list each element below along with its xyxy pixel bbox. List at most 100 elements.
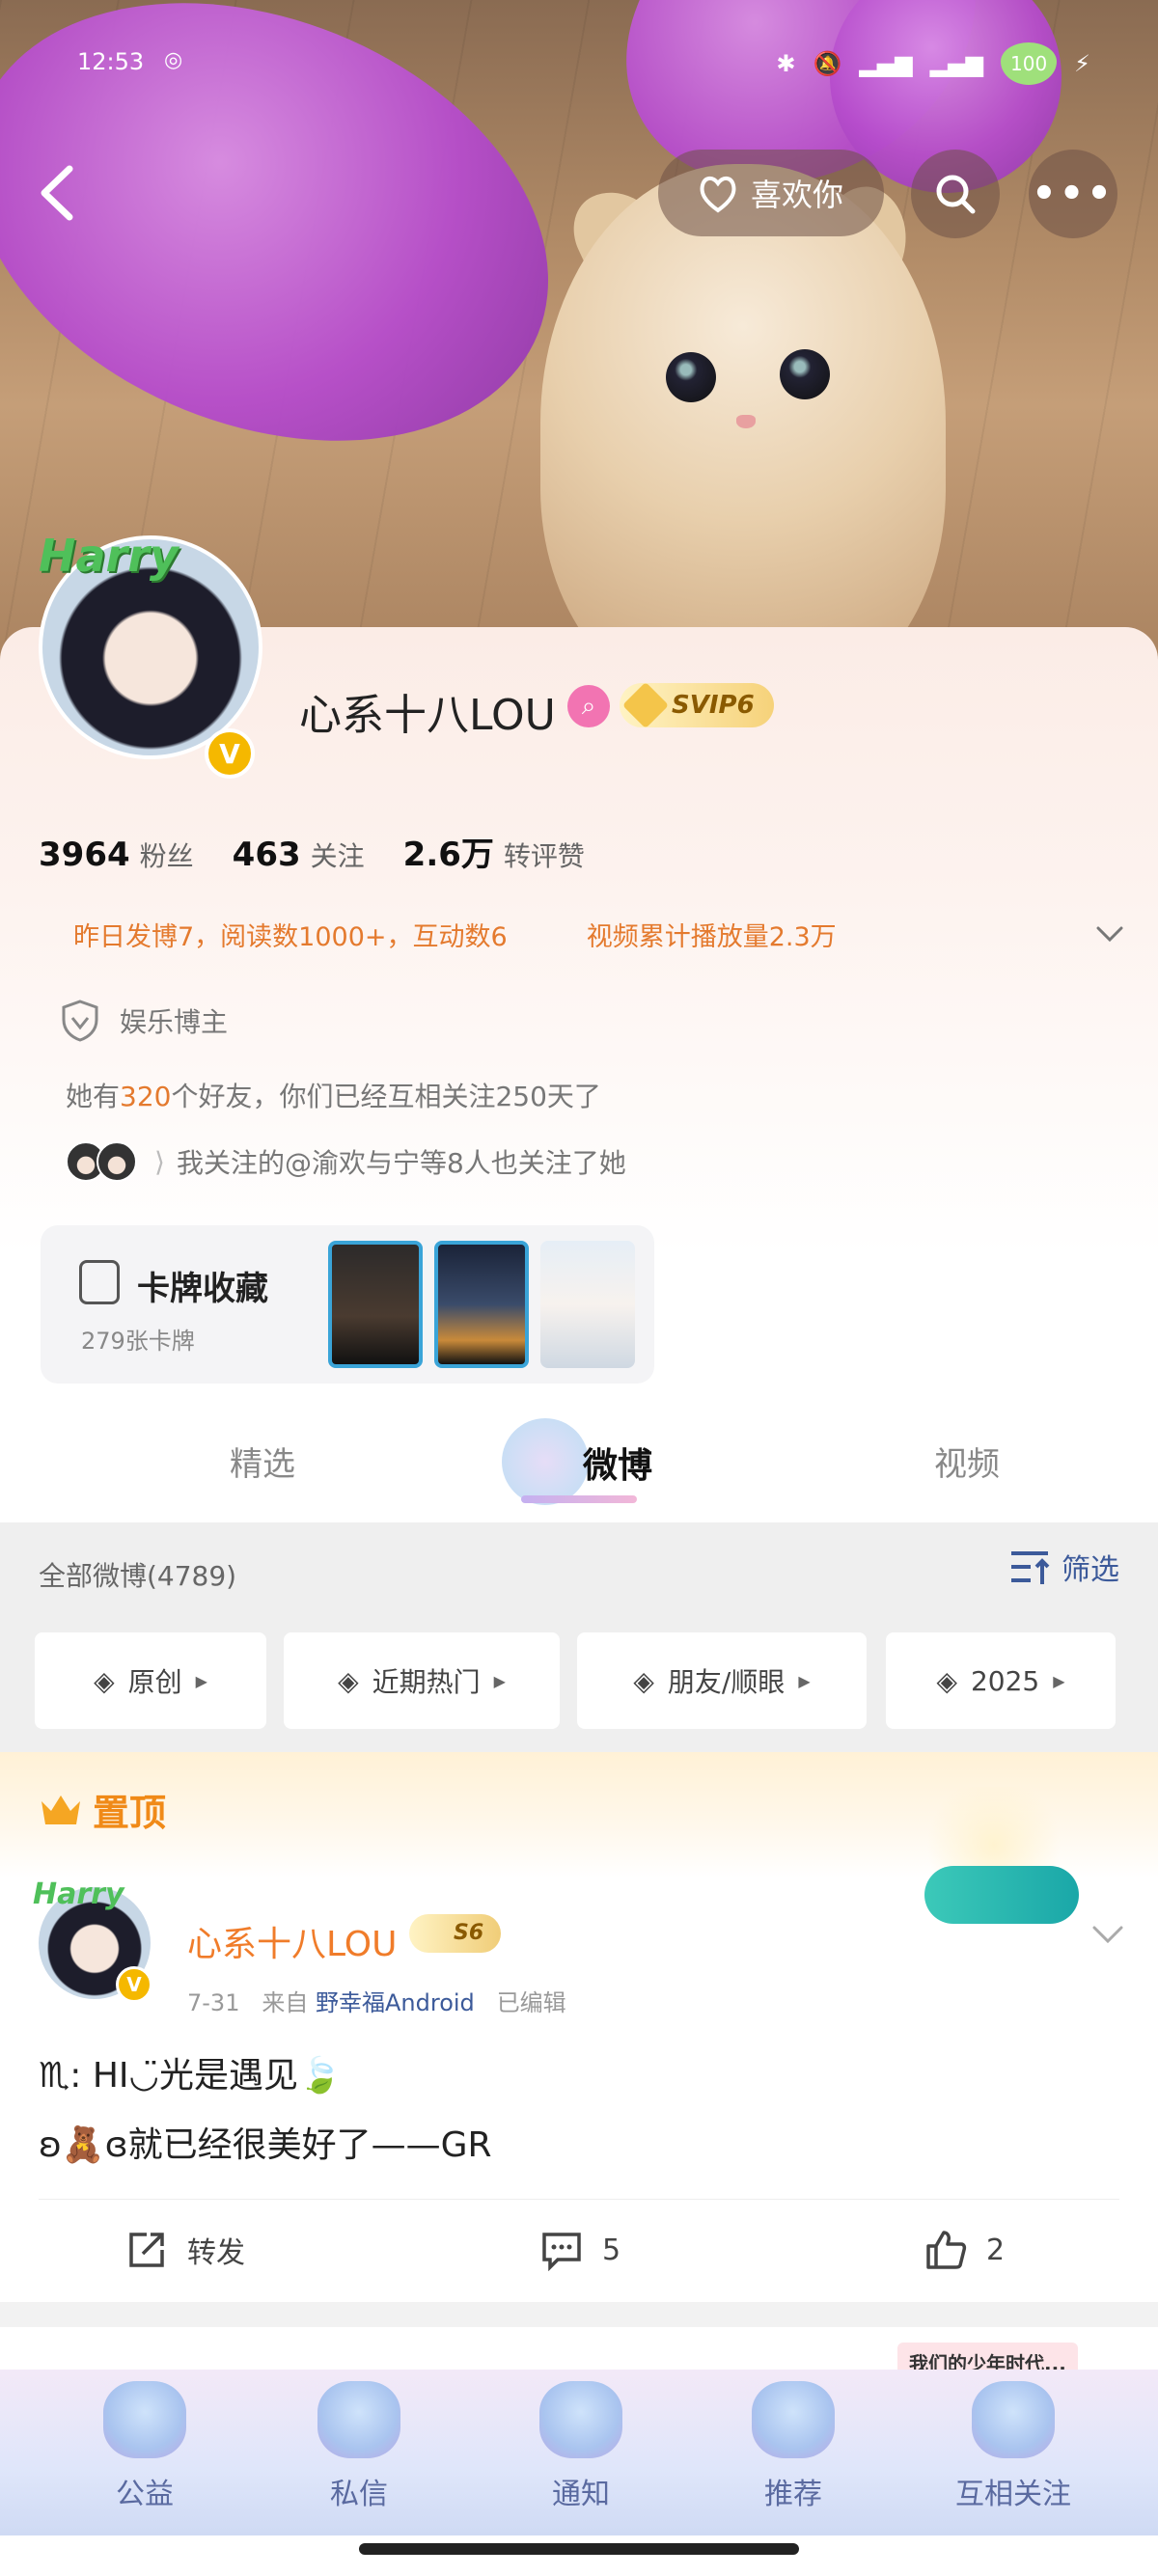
cat-eye	[780, 349, 830, 399]
card-thumbnail[interactable]	[540, 1241, 635, 1368]
shield-icon	[62, 1000, 98, 1042]
filter-label: 筛选	[1062, 1553, 1119, 1587]
home-indicator[interactable]	[359, 2543, 799, 2555]
stat-following[interactable]: 463 关注	[233, 836, 365, 874]
like-you-label: 喜欢你	[750, 177, 843, 213]
stat-value: 2.6万	[402, 836, 494, 874]
more-icon: •••	[1032, 172, 1115, 216]
signal-icon: ▂▄▆	[859, 50, 913, 77]
back-icon	[41, 165, 73, 221]
back-button[interactable]	[29, 159, 87, 227]
chip-label: 朋友/顺眼	[667, 1666, 786, 1698]
verified-badge-icon: V	[116, 1966, 152, 2003]
stat-fans[interactable]: 3964 粉丝	[39, 836, 194, 874]
profile-tabs: 精选 微博 视频	[0, 1399, 1158, 1522]
like-you-button[interactable]: 喜欢你	[658, 150, 884, 236]
like-count: 2	[986, 2233, 1006, 2267]
stat-interactions[interactable]: 2.6万 转评赞	[403, 828, 585, 875]
nav-notifications[interactable]: 通知	[484, 2381, 677, 2526]
tab-video[interactable]: 视频	[934, 1438, 1000, 1485]
battery-icon: 100	[1001, 42, 1058, 85]
friends-suffix: 个好友，你们已经互相关注250天了	[171, 1081, 601, 1112]
stat-value: 3964	[39, 836, 130, 874]
feed-filter-header: 全部微博(4789) 筛选	[0, 1522, 1158, 1613]
filter-button[interactable]: 筛选	[1009, 1546, 1119, 1588]
friends-prefix: 她有	[66, 1081, 121, 1112]
repost-button[interactable]: 转发	[125, 2229, 245, 2271]
pinned-post[interactable]: 置顶 Harry V 心系十八LOU S6 7-31 来自 野幸福Android…	[0, 1752, 1158, 2302]
comment-count: 5	[602, 2233, 621, 2267]
avatar-frame-text: Harry	[33, 1877, 124, 1911]
mutual-follow-row[interactable]: ⟩ 我关注的@渝欢与宁等8人也关注了她	[66, 1141, 626, 1182]
chevron-down-icon[interactable]	[1087, 1916, 1129, 1955]
shell-icon	[103, 2381, 186, 2458]
chip-recent-hot[interactable]: ◈ 近期热门 ▶	[284, 1632, 560, 1729]
profile-tag-label: 娱乐博主	[120, 1006, 229, 1038]
cat-nose	[736, 415, 756, 428]
system-nav-area	[0, 2535, 1158, 2576]
mutual-follow-text: 我关注的@渝欢与宁等8人也关注了她	[176, 1147, 626, 1179]
stat-label: 转评赞	[503, 840, 585, 872]
filter-chips: ◈ 原创 ▶ ◈ 近期热门 ▶ ◈ 朋友/顺眼 ▶ ◈ 2025 ▶	[0, 1613, 1158, 1752]
post-text[interactable]: ♏︎: HI◡̈光是遇见🍃 ʚ🧸ɞ就已经很美好了——GR	[39, 2042, 1119, 2180]
card-thumbnail[interactable]	[328, 1241, 423, 1368]
post-source[interactable]: 野幸福Android	[316, 1989, 475, 2016]
caret-right-icon: ▶	[493, 1671, 506, 1690]
nav-label: 互相关注	[955, 2478, 1071, 2511]
charging-icon: ⚡	[1074, 50, 1090, 77]
friends-info: 她有320个好友，你们已经互相关注250天了	[66, 1076, 601, 1114]
status-icons: ✱ 🔕 ▂▄▆ ▂▄▆ 100 ⚡	[776, 42, 1090, 85]
gift-icon	[972, 2381, 1055, 2458]
card-collection[interactable]: 卡牌收藏 279张卡牌	[41, 1225, 654, 1384]
profile-stats: 3964 粉丝 463 关注 2.6万 转评赞	[39, 828, 585, 875]
status-app-icon: ◎	[164, 48, 183, 72]
post-author-name[interactable]: 心系十八LOU	[187, 1916, 397, 1966]
tab-featured[interactable]: 精选	[230, 1438, 295, 1485]
nav-mutual-follow[interactable]: 互相关注	[917, 2381, 1110, 2526]
svip-badge[interactable]: SVIP6	[620, 681, 774, 729]
umbrella-icon	[752, 2381, 835, 2458]
comment-icon	[542, 2233, 581, 2271]
like-button[interactable]: 2	[924, 2229, 1005, 2271]
conch-icon	[539, 2381, 622, 2458]
layers-icon: ◈	[338, 1664, 359, 1697]
layers-icon: ◈	[633, 1664, 654, 1697]
thumbs-up-icon	[926, 2231, 967, 2269]
post-edited: 已编辑	[496, 1989, 566, 2016]
diamond-icon	[621, 681, 670, 729]
profile-name: 心系十八LOU	[299, 691, 556, 740]
post-author-avatar[interactable]: Harry V	[33, 1877, 152, 2003]
chip-year[interactable]: ◈ 2025 ▶	[886, 1632, 1116, 1729]
card-thumbnail[interactable]	[434, 1241, 529, 1368]
repost-icon	[129, 2233, 164, 2267]
nav-label: 通知	[552, 2478, 610, 2511]
profile-avatar-wrapper[interactable]: Harry V	[39, 530, 262, 779]
more-button[interactable]: •••	[1029, 150, 1117, 238]
chevron-down-icon[interactable]	[1090, 915, 1129, 953]
chip-friends[interactable]: ◈ 朋友/顺眼 ▶	[577, 1632, 867, 1729]
activity-info-bar[interactable]: 昨日发博7，阅读数1000+，互动数6 视频累计播放量2.3万	[39, 907, 1129, 961]
cat-eye	[666, 352, 716, 402]
mute-icon: 🔕	[813, 50, 842, 77]
caret-right-icon: ▶	[798, 1671, 811, 1690]
friends-count[interactable]: 320	[120, 1081, 171, 1112]
status-bar: 12:53 ◎ ✱ 🔕 ▂▄▆ ▂▄▆ 100 ⚡	[0, 39, 1158, 96]
comment-button[interactable]: 5	[540, 2229, 620, 2271]
search-button[interactable]	[911, 150, 1000, 238]
active-tab-indicator	[521, 1495, 637, 1503]
rank-badge[interactable]: S6	[409, 1914, 502, 1953]
nav-messages[interactable]: 私信	[262, 2381, 455, 2526]
card-collection-count: 279张卡牌	[81, 1328, 195, 1355]
chip-original[interactable]: ◈ 原创 ▶	[35, 1632, 266, 1729]
caret-right-icon: ▶	[195, 1671, 207, 1690]
profile-tag[interactable]: 娱乐博主	[60, 999, 228, 1043]
nav-charity[interactable]: 公益	[48, 2381, 241, 2526]
layers-icon: ◈	[94, 1664, 115, 1697]
post-source-prefix: 来自	[262, 1989, 309, 2016]
nav-label: 公益	[116, 2478, 174, 2511]
nav-recommend[interactable]: 推荐	[697, 2381, 890, 2526]
search-tag-icon[interactable]: ⌕	[567, 685, 610, 727]
tab-weibo[interactable]: 微博	[583, 1438, 652, 1488]
layers-icon: ◈	[936, 1664, 957, 1697]
bluetooth-icon: ✱	[776, 50, 796, 77]
